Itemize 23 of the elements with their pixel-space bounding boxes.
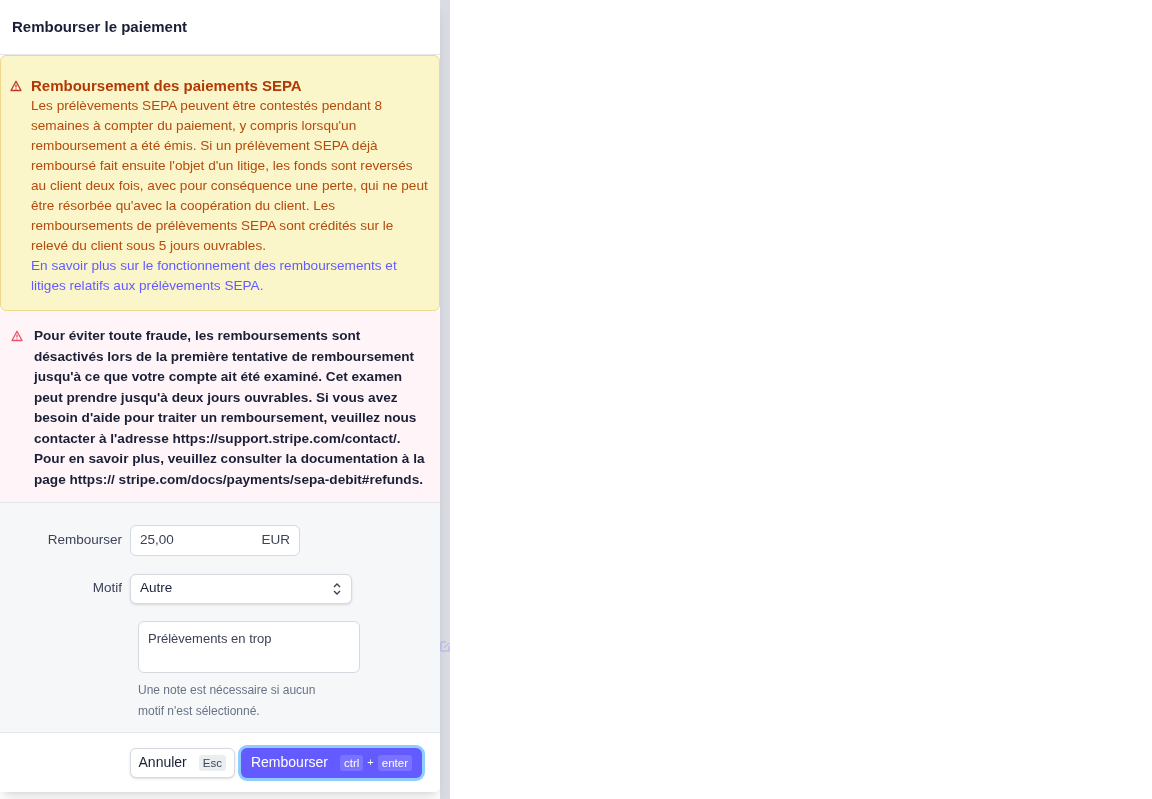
shortcut-key: enter: [377, 754, 412, 771]
amount-field[interactable]: 25,00 EUR: [130, 525, 300, 556]
currency-label: EUR: [261, 531, 290, 550]
warning-icon: [11, 330, 23, 342]
shortcut-key: Esc: [198, 754, 226, 771]
warning-icon: [10, 80, 22, 92]
refund-button[interactable]: Rembourser ctrl + enter: [240, 747, 422, 778]
field-label: Rembourser: [46, 531, 123, 550]
field-label: Motif: [91, 579, 123, 598]
note-field[interactable]: Prélèvements en trop: [138, 621, 360, 673]
amount-value: 25,00: [140, 531, 174, 550]
plus-sign: +: [367, 755, 374, 771]
cancel-button[interactable]: Annuler Esc: [129, 747, 235, 778]
notice-text: Les prélèvements SEPA peuvent être contestés pendant 8 semaines à compter du paiement, y compris lorsqu'un remboursement a été émis. Si un prélèvement SEPA déjà remboursé fait ensuite l'objet d'un litige, les fonds sont reversés au client deux fois, avec pour conséquence une perte, qui ne peut être résorbée qu'avec la coopération du client. Les remboursements de prélèvements SEPA sont crédités sur le relevé du client sous 5 jours ouvrables.: [31, 97, 429, 255]
chevron-up-down-icon: [332, 581, 342, 596]
reason-select[interactable]: Autre: [130, 573, 352, 604]
learn-more-link[interactable]: En savoir plus sur le fonctionnement des remboursements et litiges relatifs aux prélèvements SEPA.: [31, 256, 429, 296]
shortcut-key: ctrl: [340, 754, 364, 771]
help-text: Une note est nécessaire si aucun motif n'est sélectionné.: [138, 682, 317, 720]
edit-icon: [440, 640, 450, 652]
dialog-title: Rembourser le paiement: [12, 16, 188, 37]
notice-title: Remboursement des paiements SEPA: [31, 76, 303, 96]
notice-text: Pour éviter toute fraude, les remboursements sont désactivés lors de la première tentative de remboursement jusqu'à ce que votre compte ait été examiné. Cet examen peut prendre jusqu'à deux jours ouvrables. Si vous avez besoin d'aide pour traiter un remboursement, veuillez nous contacter à l'adresse https://support.stripe.com/contact/. Pour en savoir plus, veuillez consulter la documentation à la page https:// stripe.com/docs/payments/sepa-debit#refunds.: [34, 327, 426, 489]
